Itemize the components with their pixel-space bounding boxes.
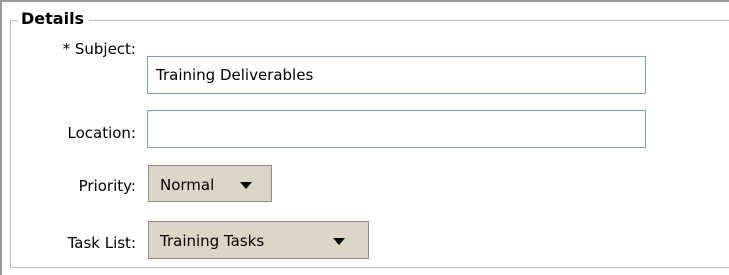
chevron-down-icon [333,238,345,245]
chevron-down-icon [240,182,252,189]
task-list-label: Task List: [67,234,136,252]
task-list-selected-value: Training Tasks [160,232,265,250]
details-legend: Details [18,8,90,30]
location-field[interactable] [147,110,646,148]
priority-select[interactable]: Normal [148,165,272,202]
task-list-select[interactable]: Training Tasks [148,221,369,259]
subject-label: * Subject: [62,40,136,58]
priority-label: Priority: [78,177,136,195]
priority-selected-value: Normal [160,176,215,194]
details-panel: Details * Subject: Location: Priority: N… [0,0,729,275]
subject-field[interactable] [147,56,646,94]
location-label: Location: [67,124,137,142]
